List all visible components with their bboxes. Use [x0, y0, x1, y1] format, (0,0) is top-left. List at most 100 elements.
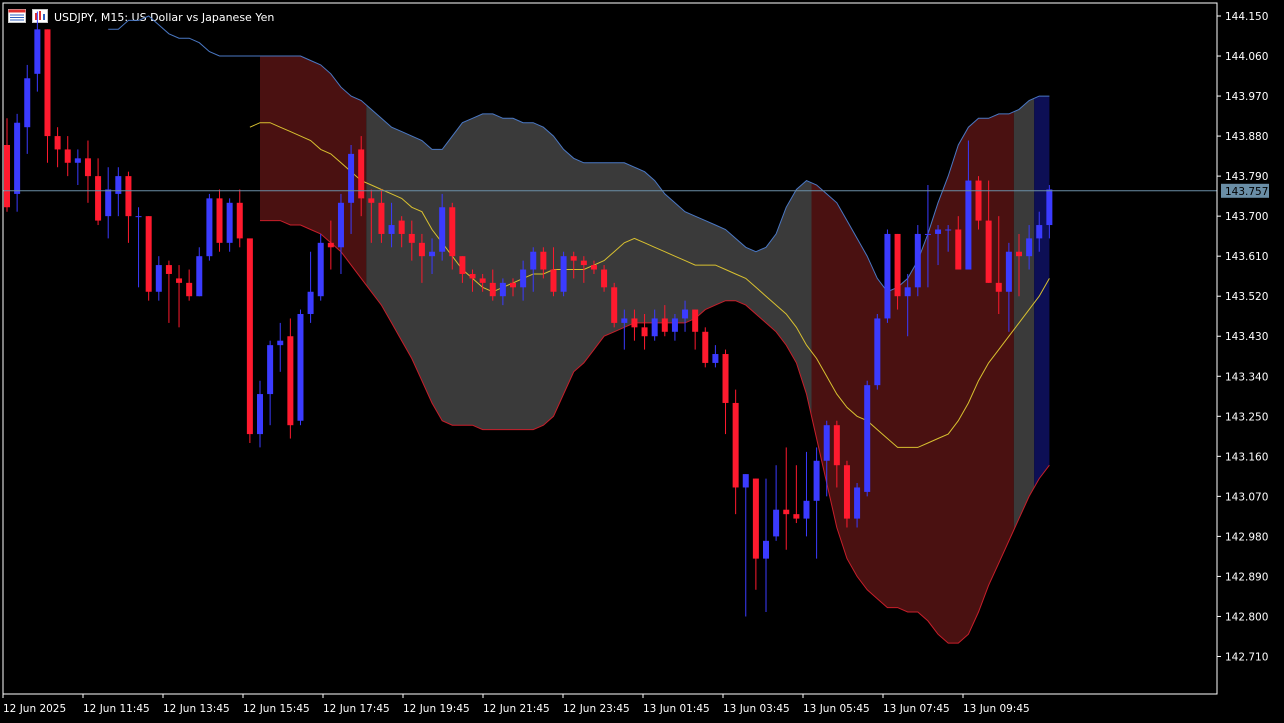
candle-body — [216, 198, 223, 243]
candle — [752, 478, 759, 590]
candle-body — [287, 336, 294, 426]
candle-body — [429, 251, 436, 257]
candle — [145, 216, 152, 301]
candle-body — [459, 256, 466, 274]
candle — [793, 465, 800, 524]
candle-body — [368, 198, 375, 203]
candle — [267, 340, 274, 426]
candle-body — [560, 256, 567, 292]
y-tick-label: 142.710 — [1225, 651, 1268, 663]
candle-body — [763, 540, 769, 559]
candle — [287, 318, 294, 439]
candle-body — [945, 229, 952, 231]
candle-body — [752, 478, 759, 559]
candle-body — [580, 260, 587, 266]
candle-body — [914, 233, 921, 288]
y-tick-label: 143.970 — [1225, 91, 1268, 103]
y-tick-label: 144.060 — [1225, 51, 1268, 63]
candle-body — [317, 242, 324, 297]
candle — [813, 447, 820, 559]
candle-body — [155, 265, 162, 292]
candle-body — [236, 202, 243, 239]
candle-body — [439, 207, 446, 252]
candle-body — [34, 29, 41, 74]
candlestick-chart[interactable]: 144.150 144.060 143.970 143.880 143.790 143.7… — [0, 0, 1284, 723]
candle-body — [995, 282, 1002, 292]
candle-body — [894, 233, 901, 297]
candle-body — [783, 509, 790, 515]
candle — [277, 322, 284, 372]
candle-body — [773, 509, 780, 537]
y-tick-label: 143.250 — [1225, 411, 1268, 423]
candle-body — [348, 153, 355, 203]
candle-body — [125, 176, 132, 217]
candle-body — [246, 238, 253, 435]
candle — [44, 29, 51, 163]
candle-body — [54, 136, 61, 150]
x-tick-label: 13 Jun 09:45 — [963, 703, 1030, 715]
candle — [14, 113, 21, 212]
candle-body — [833, 425, 840, 466]
candle-body — [1016, 251, 1022, 257]
candle-body — [823, 425, 830, 461]
candle — [246, 238, 253, 443]
candle — [236, 189, 243, 248]
candle-body — [24, 78, 31, 128]
candle-body — [540, 251, 547, 270]
candle-body — [904, 287, 911, 297]
candle-body — [864, 385, 871, 492]
candle-body — [601, 269, 608, 288]
candle-body — [479, 278, 486, 283]
candle-body — [186, 282, 193, 297]
candle — [864, 380, 871, 497]
candle-body — [196, 256, 203, 297]
candle-body — [398, 220, 405, 234]
candle-body — [4, 144, 10, 208]
candle-body — [641, 327, 648, 337]
candle-body — [418, 242, 425, 257]
candle-body — [530, 251, 537, 270]
candle — [560, 251, 567, 297]
candle-body — [985, 220, 992, 283]
y-tick-label: 143.610 — [1225, 251, 1268, 263]
candle-body — [570, 256, 577, 261]
candle — [165, 260, 172, 323]
candle-body — [1036, 225, 1043, 239]
candle-body — [14, 122, 21, 194]
candle-body — [874, 318, 881, 386]
current-price-tag-label: 143.757 — [1225, 186, 1268, 198]
candle — [115, 167, 122, 217]
candle — [783, 447, 790, 550]
candle-body — [257, 394, 263, 435]
candle — [226, 198, 233, 252]
candle — [763, 478, 769, 613]
candle-body — [499, 282, 506, 297]
candle — [54, 127, 61, 168]
candle-body — [722, 354, 729, 403]
candle-body — [267, 345, 274, 395]
candle — [297, 309, 304, 426]
band-region-bear — [811, 111, 1014, 644]
candle-body — [924, 233, 931, 235]
y-tick-label: 142.890 — [1225, 571, 1268, 583]
candle-body — [165, 265, 172, 274]
y-tick-label: 143.340 — [1225, 371, 1268, 383]
y-tick-label: 143.790 — [1225, 171, 1268, 183]
candle — [692, 309, 699, 350]
candle — [914, 225, 921, 297]
y-tick-label: 142.980 — [1225, 531, 1268, 543]
y-tick-label: 142.800 — [1225, 611, 1268, 623]
candle — [843, 460, 850, 528]
candle-body — [378, 202, 385, 234]
candle-body — [975, 180, 982, 221]
candle — [257, 380, 263, 448]
candle-body — [297, 314, 304, 421]
x-tick-label: 12 Jun 15:45 — [243, 703, 310, 715]
candle — [307, 251, 314, 323]
candle-body — [469, 273, 476, 279]
candle-body — [742, 474, 749, 488]
candle-body — [1026, 238, 1033, 257]
candle-body — [813, 460, 820, 501]
candle — [95, 158, 102, 226]
candle-body — [84, 158, 91, 177]
